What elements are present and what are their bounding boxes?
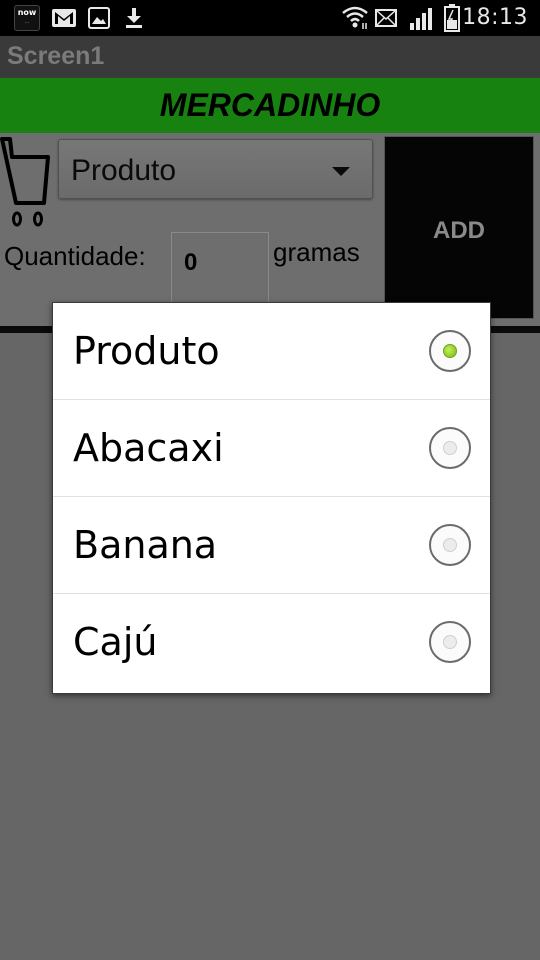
option-label: Produto: [73, 329, 220, 373]
option-banana[interactable]: Banana: [53, 497, 490, 594]
option-label: Cajú: [73, 620, 158, 664]
battery-icon: [444, 4, 460, 32]
screen-title: Screen1: [7, 42, 105, 70]
signal-icon: [410, 8, 432, 30]
app-title-bar: Screen1: [0, 36, 540, 78]
quantity-label: Quantidade:: [4, 241, 146, 271]
gallery-icon: [88, 7, 110, 29]
store-title: MERCADINHO: [159, 87, 381, 123]
download-icon: [126, 8, 142, 28]
option-produto[interactable]: Produto: [53, 303, 490, 400]
radio-button-selected[interactable]: [429, 330, 471, 372]
product-spinner-value: Produto: [71, 154, 177, 187]
radio-button[interactable]: [429, 427, 471, 469]
add-button-label: ADD: [433, 217, 485, 244]
order-form: Produto ADD Quantidade: 0 gramas: [0, 133, 540, 327]
option-label: Abacaxi: [73, 426, 224, 470]
store-header: MERCADINHO: [0, 78, 540, 133]
now-badge-label: now: [17, 8, 37, 17]
option-label: Banana: [73, 523, 218, 567]
radio-button[interactable]: [429, 621, 471, 663]
add-button[interactable]: ADD: [384, 136, 534, 319]
radio-button[interactable]: [429, 524, 471, 566]
wifi-icon: [342, 6, 368, 29]
now-app-icon: now ···: [14, 5, 40, 31]
unit-label: gramas: [273, 237, 360, 267]
sms-icon: [375, 9, 397, 27]
product-picker-dialog: Produto Abacaxi Banana Cajú: [52, 302, 491, 694]
gmail-icon: [52, 9, 76, 27]
product-spinner[interactable]: Produto: [58, 139, 373, 199]
option-caju[interactable]: Cajú: [53, 594, 490, 691]
quantity-value: 0: [184, 249, 198, 276]
dropdown-arrow-icon: [332, 167, 350, 176]
shopping-cart-icon: [0, 137, 50, 227]
status-clock: 18:13: [462, 5, 528, 30]
status-bar: now ··· 18:13: [0, 0, 540, 36]
quantity-input[interactable]: 0: [171, 232, 269, 308]
option-abacaxi[interactable]: Abacaxi: [53, 400, 490, 497]
